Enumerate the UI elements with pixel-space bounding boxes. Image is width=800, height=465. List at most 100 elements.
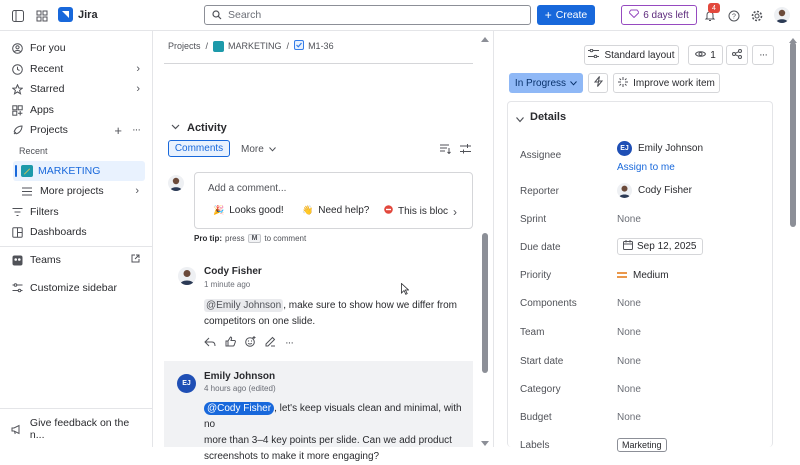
comment-author-avatar bbox=[178, 267, 196, 285]
main-scrollbar-thumb[interactable] bbox=[482, 233, 488, 373]
start-date-value[interactable]: None bbox=[617, 356, 641, 367]
assign-to-me-link[interactable]: Assign to me bbox=[617, 162, 675, 173]
sidebar-item-apps[interactable]: Apps bbox=[6, 100, 146, 120]
filter-options-icon[interactable] bbox=[460, 144, 471, 157]
create-button[interactable]: + Create bbox=[537, 5, 595, 25]
mention-tag[interactable]: @Cody Fisher bbox=[204, 402, 275, 415]
chevron-right-icon: › bbox=[136, 63, 140, 75]
thumbs-up-icon[interactable] bbox=[225, 336, 236, 350]
scroll-down-arrow-icon[interactable] bbox=[481, 438, 489, 450]
right-scrollbar-track[interactable] bbox=[788, 31, 798, 447]
collapse-activity-icon[interactable] bbox=[171, 122, 180, 133]
more-actions-button[interactable]: ··· bbox=[752, 45, 774, 65]
trial-button[interactable]: 6 days left bbox=[621, 5, 697, 25]
sidebar-item-label: For you bbox=[30, 42, 66, 54]
due-date-label: Due date bbox=[520, 242, 561, 253]
assignee-field[interactable]: EJ Emily Johnson bbox=[617, 141, 703, 156]
chevron-right-icon[interactable]: › bbox=[453, 205, 457, 219]
settings-gear-icon[interactable] bbox=[750, 9, 763, 22]
comment-author[interactable]: Cody Fisher bbox=[204, 266, 262, 277]
comment-editor[interactable]: Add a comment... 🎉 Looks good! 👋 Need he… bbox=[194, 172, 473, 229]
sidebar-item-more-projects[interactable]: More projects › bbox=[13, 181, 145, 201]
chevron-right-icon: › bbox=[135, 185, 139, 197]
sidebar-item-label: Teams bbox=[30, 254, 61, 266]
components-label: Components bbox=[520, 298, 577, 309]
team-label: Team bbox=[520, 327, 545, 338]
search-placeholder: Search bbox=[228, 9, 262, 21]
megaphone-icon bbox=[10, 424, 24, 435]
panel-divider bbox=[493, 31, 494, 447]
plus-icon: + bbox=[544, 8, 552, 22]
main-scrollbar-track[interactable] bbox=[480, 31, 490, 447]
sidebar-item-filters[interactable]: Filters bbox=[6, 202, 146, 222]
reporter-name: Cody Fisher bbox=[638, 185, 692, 196]
top-navigation-bar: Jira Search + Create 6 days left 4 ? bbox=[0, 0, 800, 31]
sidebar-item-projects[interactable]: Projects + ··· bbox=[6, 120, 146, 140]
assignee-name: Emily Johnson bbox=[638, 143, 704, 154]
sidebar-toggle-icon[interactable] bbox=[11, 9, 24, 22]
budget-value[interactable]: None bbox=[617, 412, 641, 423]
quick-reply-need-help[interactable]: 👋 Need help? bbox=[302, 205, 369, 216]
tab-more[interactable]: More bbox=[241, 141, 276, 157]
app-switcher-icon[interactable] bbox=[35, 9, 48, 22]
sidebar-item-marketing[interactable]: MARKETING bbox=[13, 161, 145, 181]
share-button[interactable] bbox=[726, 45, 748, 65]
give-feedback-button[interactable]: Give feedback on the n... bbox=[6, 417, 146, 441]
scroll-up-arrow-icon[interactable] bbox=[481, 33, 489, 45]
waving-hand-icon: 👋 bbox=[302, 205, 314, 215]
quick-reply-looks-good[interactable]: 🎉 Looks good! bbox=[213, 205, 284, 216]
mention-tag[interactable]: @Emily Johnson bbox=[204, 299, 284, 312]
watchers-button[interactable]: 1 bbox=[688, 45, 723, 65]
more-options-icon[interactable]: ··· bbox=[285, 337, 294, 349]
breadcrumb-projects[interactable]: Projects bbox=[168, 41, 201, 51]
category-value[interactable]: None bbox=[617, 384, 641, 395]
edit-pencil-icon[interactable] bbox=[265, 336, 276, 350]
sidebar-divider bbox=[0, 408, 152, 409]
quick-reply-blocking[interactable]: This is bloc bbox=[384, 205, 449, 217]
user-avatar[interactable] bbox=[774, 7, 790, 23]
label-chip[interactable]: Marketing bbox=[617, 438, 667, 452]
add-project-icon[interactable]: + bbox=[114, 123, 122, 138]
breadcrumb-separator: / bbox=[205, 41, 209, 51]
selected-indicator bbox=[15, 165, 17, 177]
breadcrumb-issue[interactable]: M1-36 bbox=[308, 41, 334, 51]
automation-button[interactable] bbox=[588, 73, 608, 93]
reply-icon[interactable] bbox=[204, 337, 216, 350]
layout-selector-button[interactable]: Standard layout bbox=[584, 45, 679, 65]
comment-text: more than 3–4 key points per slide. Can … bbox=[204, 435, 452, 446]
priority-field[interactable]: Medium bbox=[617, 270, 669, 281]
breadcrumb-project[interactable]: MARKETING bbox=[228, 41, 282, 51]
sprint-value[interactable]: None bbox=[617, 214, 641, 225]
app-name: Jira bbox=[78, 9, 98, 21]
sidebar-item-customize[interactable]: Customize sidebar bbox=[6, 278, 146, 298]
reporter-field[interactable]: Cody Fisher bbox=[617, 183, 692, 198]
status-dropdown[interactable]: In Progress bbox=[509, 73, 583, 93]
tab-label: More bbox=[241, 143, 264, 155]
tab-comments[interactable]: Comments bbox=[168, 140, 230, 157]
right-scrollbar-thumb[interactable] bbox=[790, 42, 796, 227]
pro-tip: Pro tip: press M to comment bbox=[194, 234, 306, 243]
improve-work-item-button[interactable]: Improve work item bbox=[613, 73, 720, 93]
layout-label: Standard layout bbox=[604, 49, 675, 61]
components-value[interactable]: None bbox=[617, 298, 641, 309]
sidebar-item-recent[interactable]: Recent › bbox=[6, 59, 146, 79]
sidebar-item-for-you[interactable]: For you bbox=[6, 38, 146, 58]
jira-logo-icon[interactable] bbox=[58, 7, 73, 22]
team-value[interactable]: None bbox=[617, 327, 641, 338]
more-options-icon[interactable]: ··· bbox=[132, 124, 141, 136]
sidebar-item-dashboards[interactable]: Dashboards bbox=[6, 222, 146, 242]
collapse-details-icon[interactable] bbox=[516, 114, 524, 126]
due-date-field[interactable]: Sep 12, 2025 bbox=[617, 238, 703, 255]
external-link-icon[interactable] bbox=[131, 254, 140, 266]
teams-icon bbox=[10, 255, 24, 266]
task-checkbox-icon bbox=[294, 40, 305, 52]
sidebar-item-teams[interactable]: Teams bbox=[6, 250, 146, 270]
search-box[interactable]: Search bbox=[204, 5, 531, 25]
sort-list-icon[interactable] bbox=[440, 144, 451, 157]
comment-author[interactable]: Emily Johnson bbox=[204, 371, 275, 382]
rocket-icon bbox=[10, 124, 24, 136]
help-icon[interactable]: ? bbox=[727, 9, 740, 22]
sidebar-item-starred[interactable]: Starred › bbox=[6, 79, 146, 99]
add-reaction-icon[interactable] bbox=[245, 336, 256, 350]
protip-suffix: to comment bbox=[264, 234, 307, 243]
